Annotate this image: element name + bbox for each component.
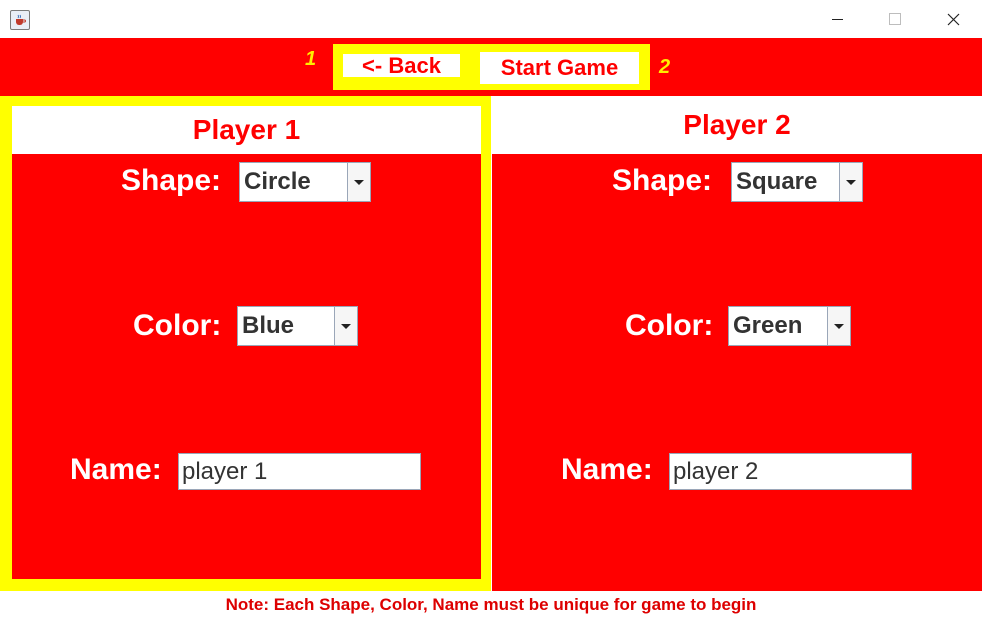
player-1-shape-select[interactable]: Circle: [239, 162, 371, 202]
player-2-color-label: Color:: [625, 309, 714, 342]
button-group: <- Back Start Game: [333, 44, 650, 90]
player-2-panel: Player 2 Shape: Square Color: Green Name…: [492, 96, 982, 591]
close-icon: [947, 13, 959, 25]
player-2-name-field[interactable]: [669, 453, 912, 490]
game-setup-frame: 1 <- Back Start Game 2 Player 1 Shape: C…: [0, 38, 982, 617]
player-2-name-label: Name:: [561, 453, 653, 486]
chevron-down-icon: [334, 307, 357, 345]
player-1-name-label: Name:: [70, 453, 162, 486]
player-1-panel: Player 1 Shape: Circle Color: Blue Name:: [12, 106, 481, 579]
player-2-shape-label: Shape:: [612, 164, 713, 197]
uniqueness-note: Note: Each Shape, Color, Name must be un…: [225, 595, 757, 614]
top-bar: 1 <- Back Start Game 2: [0, 38, 982, 96]
marker-2: 2: [659, 56, 671, 78]
marker-1: 1: [305, 48, 317, 70]
start-game-button[interactable]: Start Game: [480, 52, 639, 84]
chevron-down-icon: [839, 163, 862, 201]
player-1-name-field[interactable]: [178, 453, 421, 490]
player-2-color-value: Green: [733, 312, 803, 339]
player-1-color-select[interactable]: Blue: [237, 306, 358, 346]
java-cup-icon: [10, 10, 30, 30]
player-2-shape-value: Square: [736, 168, 818, 195]
player-1-shape-value: Circle: [244, 168, 311, 195]
player-1-color-value: Blue: [242, 312, 295, 339]
maximize-icon: [889, 13, 901, 25]
chevron-down-icon: [347, 163, 370, 201]
player-2-shape-select[interactable]: Square: [731, 162, 863, 202]
player-2-color-select[interactable]: Green: [728, 306, 851, 346]
player-1-title: Player 1: [12, 106, 481, 154]
player-1-shape-label: Shape:: [121, 164, 222, 197]
minimize-icon: [831, 18, 843, 20]
window-titlebar: [0, 0, 982, 39]
chevron-down-icon: [827, 307, 850, 345]
back-button[interactable]: <- Back: [343, 53, 460, 78]
player-1-panel-highlight: Player 1 Shape: Circle Color: Blue Name:: [0, 96, 491, 591]
minimize-button[interactable]: [814, 0, 860, 38]
close-button[interactable]: [930, 0, 976, 38]
player-1-color-label: Color:: [133, 309, 222, 342]
maximize-button[interactable]: [872, 0, 918, 38]
player-2-title: Player 2: [492, 96, 982, 154]
